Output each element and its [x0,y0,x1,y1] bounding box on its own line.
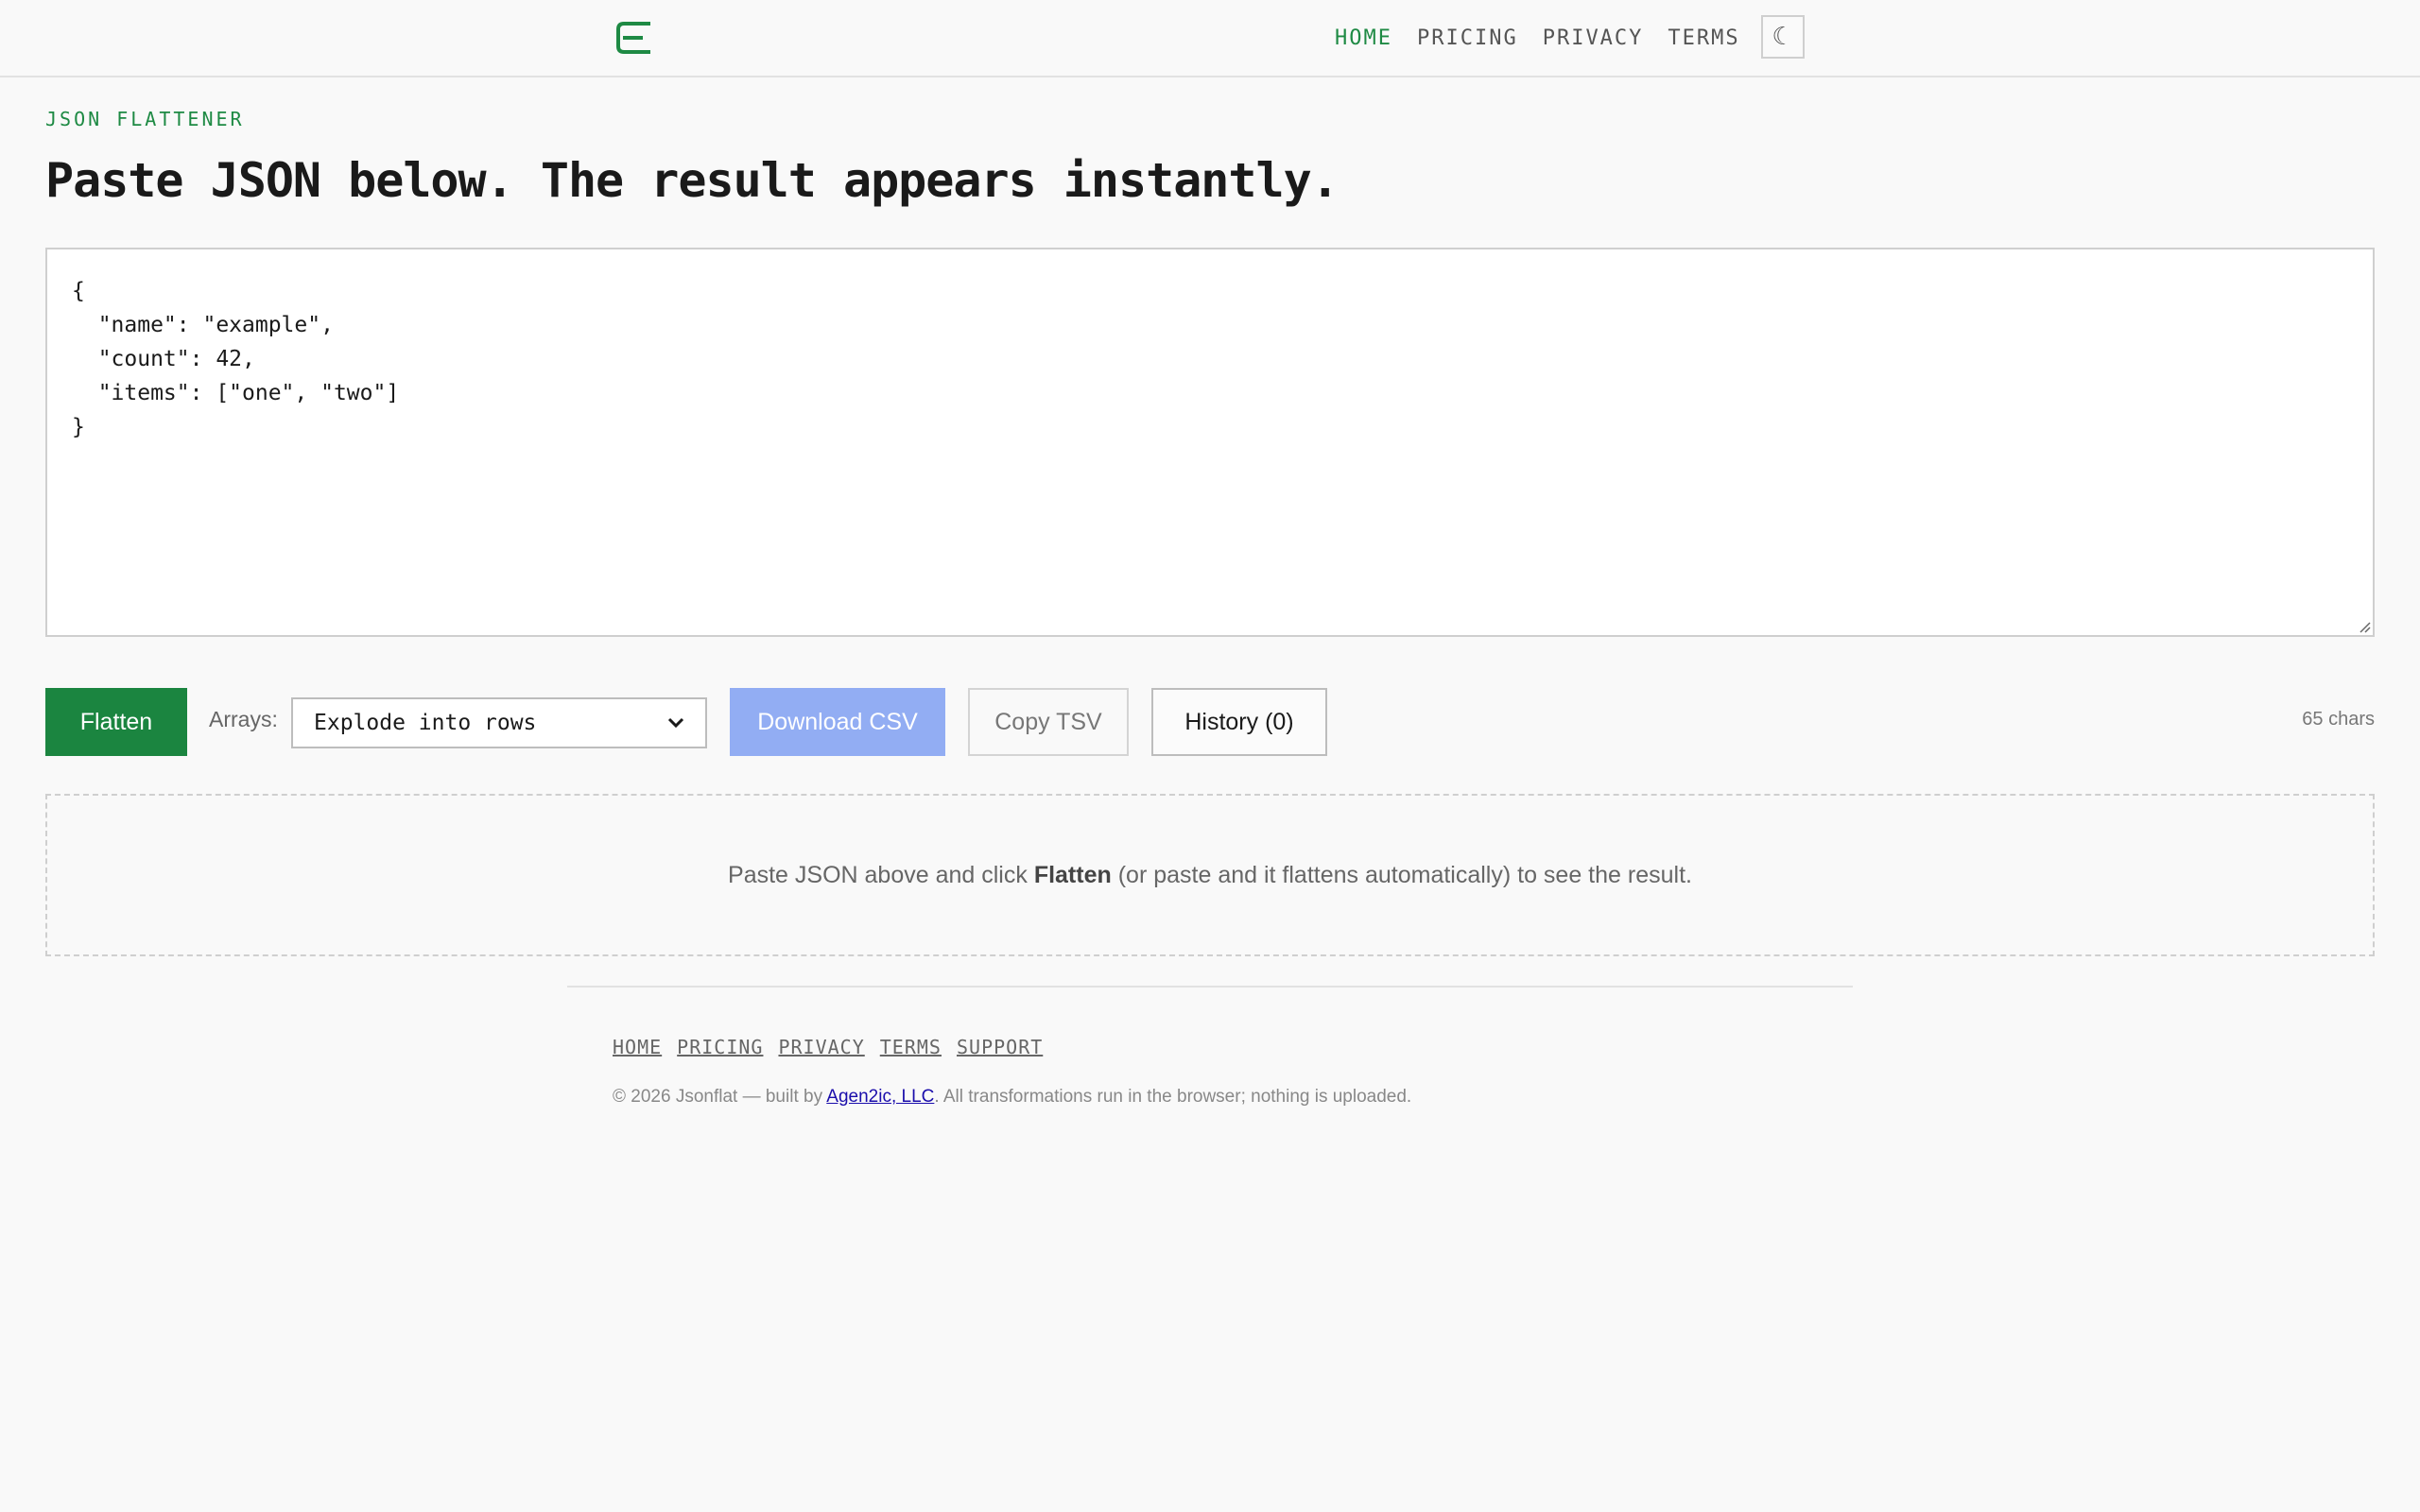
flatten-button[interactable]: Flatten [45,688,187,756]
result-text-before: Paste JSON above and click [728,861,1034,888]
nav-privacy[interactable]: PRIVACY [1543,25,1644,53]
json-input[interactable]: { "name": "example", "count": 42, "items… [45,248,2375,637]
resize-handle-icon[interactable] [2356,618,2371,633]
footer-link-privacy[interactable]: PRIVACY [778,1036,864,1058]
main-nav: HOME PRICING PRIVACY TERMS [1335,25,1740,53]
company-link[interactable]: Agen2ic, LLC [826,1087,934,1107]
theme-toggle-button[interactable]: ☾ [1761,15,1805,59]
download-csv-button[interactable]: Download CSV [730,688,945,756]
arrays-select[interactable]: Explode into rows [291,697,707,748]
footer-link-terms[interactable]: TERMS [880,1036,942,1058]
page-eyebrow: JSON FLATTENER [45,108,245,130]
site-header: HOME PRICING PRIVACY TERMS ☾ [0,0,2420,77]
copy-tsv-button[interactable]: Copy TSV [968,688,1129,756]
footer-nav: HOME PRICING PRIVACY TERMS SUPPORT [613,1036,1043,1058]
arrays-select-value: Explode into rows [314,711,537,735]
footer-divider [567,986,1853,988]
footer-copy-after: . All transformations run in the browser… [934,1087,1412,1107]
footer-link-pricing[interactable]: PRICING [677,1036,763,1058]
nav-home[interactable]: HOME [1335,25,1392,53]
char-count: 65 chars [2302,709,2375,730]
result-placeholder: Paste JSON above and click Flatten (or p… [45,794,2375,956]
footer-copy-before: © 2026 Jsonflat — built by [613,1087,827,1107]
chevron-down-icon [667,717,684,729]
footer-link-home[interactable]: HOME [613,1036,662,1058]
nav-terms[interactable]: TERMS [1668,25,1739,53]
moon-icon: ☾ [1772,23,1794,51]
result-text-bold: Flatten [1033,861,1112,888]
page-title: Paste JSON below. The result appears ins… [45,153,1340,208]
arrays-label: Arrays: [209,707,278,731]
result-text: Paste JSON above and click Flatten (or p… [728,862,1692,889]
result-text-after: (or paste and it flattens automatically)… [1111,861,1692,888]
footer-copyright: © 2026 Jsonflat — built by Agen2ic, LLC.… [613,1087,1411,1108]
footer-link-support[interactable]: SUPPORT [957,1036,1043,1058]
logo-icon[interactable] [614,21,654,55]
history-button[interactable]: History (0) [1151,688,1327,756]
nav-pricing[interactable]: PRICING [1417,25,1518,53]
